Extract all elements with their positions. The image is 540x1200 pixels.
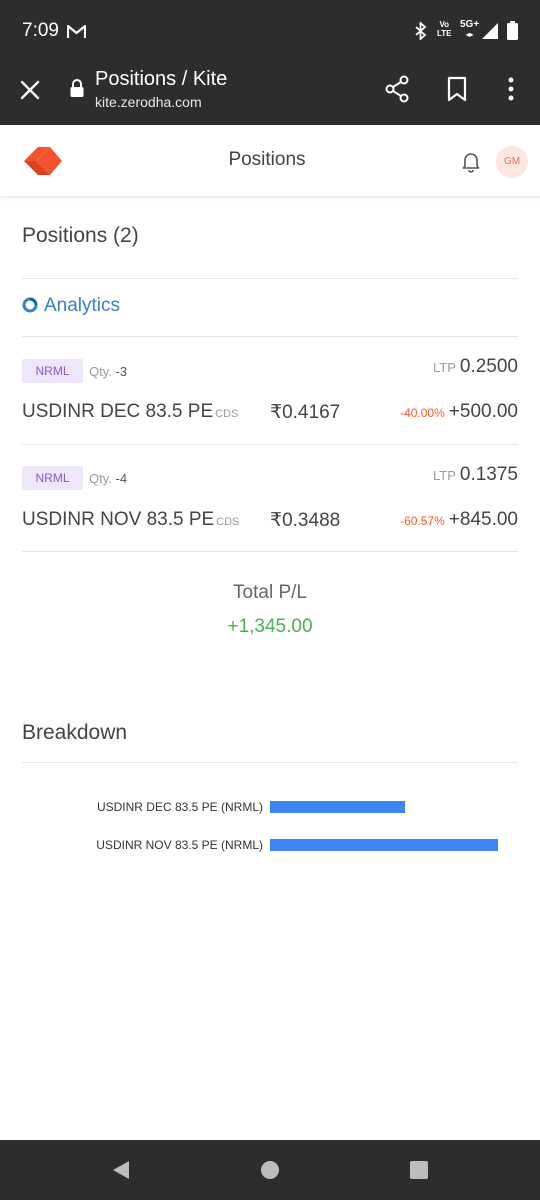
positions-heading: Positions (2) (22, 224, 139, 247)
avg-price: ₹0.4167 (270, 402, 341, 423)
divider (22, 336, 518, 337)
bar[interactable] (270, 801, 405, 813)
instrument-symbol: USDINR DEC 83.5 PE (22, 401, 214, 422)
status-bar: 7:09 Vo LTE 5G+ ◂▸ (0, 0, 540, 58)
divider (22, 762, 518, 763)
bell-icon[interactable] (461, 151, 481, 178)
instrument-name: USDINR NOV 83.5 PE CDS (22, 509, 239, 531)
pnl-value: +500.00 (448, 401, 518, 422)
instrument-symbol: USDINR NOV 83.5 PE (22, 509, 215, 530)
status-time: 7:09 (22, 20, 59, 41)
divider (22, 444, 518, 445)
ltp: LTP 0.1375 (433, 464, 518, 486)
pnl-cell: -40.00% +500.00 (400, 401, 518, 423)
instrument-name: USDINR DEC 83.5 PE CDS (22, 401, 238, 423)
browser-page-title[interactable]: Positions / Kite (95, 68, 227, 91)
network-type: 5G+ ◂▸ (460, 19, 480, 40)
share-icon[interactable] (384, 75, 410, 108)
battery-icon (507, 21, 518, 45)
total-pnl-value: +1,345.00 (227, 616, 313, 637)
signal-icon (481, 22, 499, 45)
qty: Qty. -4 (89, 471, 127, 486)
close-icon[interactable] (18, 78, 42, 102)
bar[interactable] (270, 839, 498, 851)
qty: Qty. -3 (89, 364, 127, 379)
network-5g-label: 5G+ (460, 19, 480, 30)
ltp-label: LTP (432, 468, 456, 483)
divider (22, 278, 518, 279)
analytics-icon (22, 297, 38, 318)
system-nav-bar (0, 1140, 540, 1200)
pnl-cell: -60.57% +845.00 (400, 509, 518, 531)
change-percent: -40.00% (400, 406, 445, 420)
analytics-label: Analytics (44, 295, 121, 316)
ltp-value: 0.2500 (459, 356, 518, 377)
volte-line2: LTE (437, 29, 452, 38)
avg-price: ₹0.3488 (270, 510, 341, 531)
home-icon[interactable] (261, 1161, 279, 1179)
ltp-value: 0.1375 (459, 464, 518, 485)
ltp: LTP 0.2500 (433, 356, 518, 378)
qty-value: -3 (115, 364, 128, 379)
browser-url[interactable]: kite.zerodha.com (95, 94, 202, 110)
divider (22, 551, 518, 552)
total-pnl-label: Total P/L (233, 582, 307, 603)
breakdown-heading: Breakdown (22, 721, 128, 744)
volte-line1: Vo (439, 20, 450, 29)
bar-label: USDINR DEC 83.5 PE (NRML) (96, 800, 263, 814)
page-title: Positions (228, 149, 306, 170)
gmail-icon (66, 24, 87, 44)
avatar[interactable]: GM (496, 146, 528, 178)
qty-label: Qty. (89, 364, 112, 379)
bar-label: USDINR NOV 83.5 PE (NRML) (96, 838, 263, 852)
volte-indicator: Vo LTE (437, 20, 452, 38)
more-vert-icon[interactable] (500, 76, 522, 107)
change-percent: -60.57% (400, 514, 445, 528)
recents-icon[interactable] (410, 1161, 428, 1179)
app-header: Positions (0, 125, 540, 197)
ltp-label: LTP (432, 360, 456, 375)
qty-value: -4 (115, 471, 128, 486)
qty-label: Qty. (89, 471, 112, 486)
exchange-label: CDS (216, 516, 240, 528)
browser-toolbar: Positions / Kite kite.zerodha.com (0, 58, 540, 125)
bookmark-icon[interactable] (446, 76, 468, 107)
pnl-value: +845.00 (448, 509, 518, 530)
product-tag: NRML (22, 466, 83, 490)
bluetooth-icon (414, 20, 428, 45)
product-tag: NRML (22, 359, 83, 383)
exchange-label: CDS (215, 408, 239, 420)
back-icon[interactable] (111, 1160, 131, 1185)
lock-icon (69, 78, 85, 103)
